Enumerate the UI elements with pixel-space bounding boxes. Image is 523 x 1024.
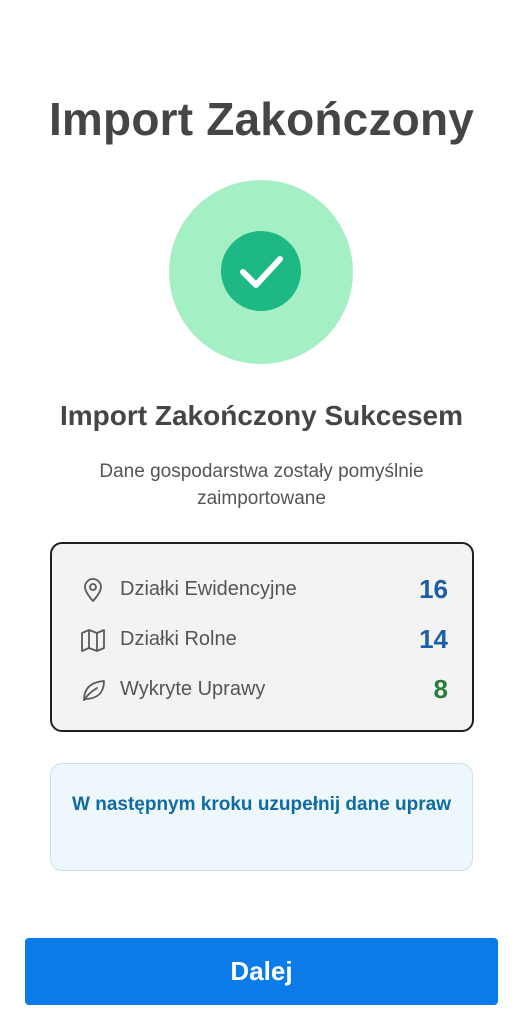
leaf-icon [80, 676, 106, 704]
next-step-info-text: W następnym kroku uzupełnij dane upraw [72, 794, 451, 815]
stat-row-agricultural-parcels: Działki Rolne 14 [78, 622, 448, 658]
map-pin-icon [80, 576, 106, 604]
next-step-info-card: W następnym kroku uzupełnij dane upraw [50, 763, 473, 871]
stat-value: 8 [433, 674, 448, 704]
next-button[interactable]: Dalej [25, 938, 498, 1005]
page-title: Import Zakończony [48, 93, 475, 145]
success-description: Dane gospodarstwa zostały pomyślnie zaim… [99, 461, 424, 509]
map-icon [80, 626, 106, 654]
check-icon [240, 256, 283, 288]
stat-row-registry-parcels: Działki Ewidencyjne 16 [78, 572, 448, 608]
stat-value: 16 [419, 574, 448, 604]
import-summary-card: Działki Ewidencyjne 16 Działki Rolne 14 … [50, 542, 474, 732]
stat-label: Działki Rolne [120, 628, 237, 650]
success-heading: Import Zakończony Sukcesem [59, 400, 463, 431]
stat-label: Działki Ewidencyjne [120, 578, 297, 600]
stat-label: Wykryte Uprawy [120, 678, 266, 700]
check-badge [221, 231, 301, 311]
stat-value: 14 [419, 624, 448, 654]
stat-row-detected-crops: Wykryte Uprawy 8 [78, 672, 448, 708]
